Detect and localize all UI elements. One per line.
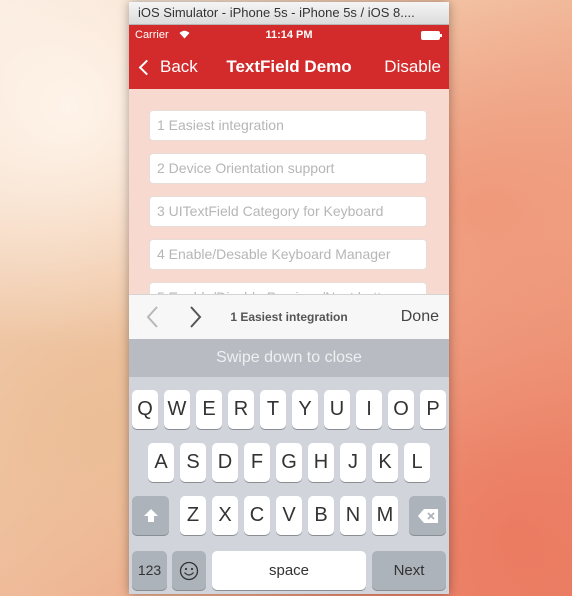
chevron-left-icon bbox=[138, 59, 155, 75]
key-k[interactable]: K bbox=[372, 443, 398, 482]
window-title: iOS Simulator - iPhone 5s - iPhone 5s / … bbox=[129, 2, 449, 25]
text-field-1[interactable] bbox=[149, 110, 427, 141]
space-key[interactable]: space bbox=[212, 551, 366, 590]
key-t[interactable]: T bbox=[260, 390, 286, 429]
key-c[interactable]: C bbox=[244, 496, 270, 535]
key-s[interactable]: S bbox=[180, 443, 206, 482]
emoji-icon bbox=[179, 561, 199, 580]
keyboard: Q W E R T Y U I O P A S D F G H J K L Z … bbox=[129, 377, 449, 594]
back-button[interactable]: Back bbox=[137, 45, 198, 89]
delete-icon bbox=[417, 508, 438, 523]
form-content bbox=[129, 89, 449, 295]
next-key[interactable]: Next bbox=[372, 551, 446, 590]
chevron-left-icon[interactable] bbox=[143, 305, 163, 329]
key-r[interactable]: R bbox=[228, 390, 254, 429]
key-y[interactable]: Y bbox=[292, 390, 318, 429]
disable-button[interactable]: Disable bbox=[384, 45, 441, 89]
emoji-key[interactable] bbox=[172, 551, 206, 590]
key-d[interactable]: D bbox=[212, 443, 238, 482]
done-button[interactable]: Done bbox=[401, 295, 439, 339]
key-q[interactable]: Q bbox=[132, 390, 158, 429]
key-l[interactable]: L bbox=[404, 443, 430, 482]
swipe-hint: Swipe down to close bbox=[129, 339, 449, 377]
key-f[interactable]: F bbox=[244, 443, 270, 482]
key-p[interactable]: P bbox=[420, 390, 446, 429]
simulator-window: iOS Simulator - iPhone 5s - iPhone 5s / … bbox=[129, 2, 449, 594]
key-n[interactable]: N bbox=[340, 496, 366, 535]
status-time: 11:14 PM bbox=[265, 29, 313, 41]
key-o[interactable]: O bbox=[388, 390, 414, 429]
text-field-3[interactable] bbox=[149, 196, 427, 227]
shift-icon bbox=[143, 508, 158, 522]
shift-key[interactable] bbox=[132, 496, 169, 535]
key-v[interactable]: V bbox=[276, 496, 302, 535]
key-x[interactable]: X bbox=[212, 496, 238, 535]
key-j[interactable]: J bbox=[340, 443, 366, 482]
key-z[interactable]: Z bbox=[180, 496, 206, 535]
key-i[interactable]: I bbox=[356, 390, 382, 429]
key-g[interactable]: G bbox=[276, 443, 302, 482]
battery-icon bbox=[421, 31, 442, 40]
text-field-2[interactable] bbox=[149, 153, 427, 184]
navigation-bar: Back TextField Demo Disable bbox=[129, 45, 449, 89]
key-m[interactable]: M bbox=[372, 496, 398, 535]
delete-key[interactable] bbox=[409, 496, 446, 535]
chevron-right-icon[interactable] bbox=[185, 305, 205, 329]
key-e[interactable]: E bbox=[196, 390, 222, 429]
keyboard-toolbar: 1 Easiest integration Done bbox=[129, 294, 449, 340]
key-w[interactable]: W bbox=[164, 390, 190, 429]
status-bar: Carrier 11:14 PM bbox=[129, 25, 449, 45]
text-field-4[interactable] bbox=[149, 239, 427, 270]
back-label: Back bbox=[160, 57, 198, 76]
key-u[interactable]: U bbox=[324, 390, 350, 429]
key-b[interactable]: B bbox=[308, 496, 334, 535]
key-a[interactable]: A bbox=[148, 443, 174, 482]
numbers-key[interactable]: 123 bbox=[132, 551, 167, 590]
key-h[interactable]: H bbox=[308, 443, 334, 482]
